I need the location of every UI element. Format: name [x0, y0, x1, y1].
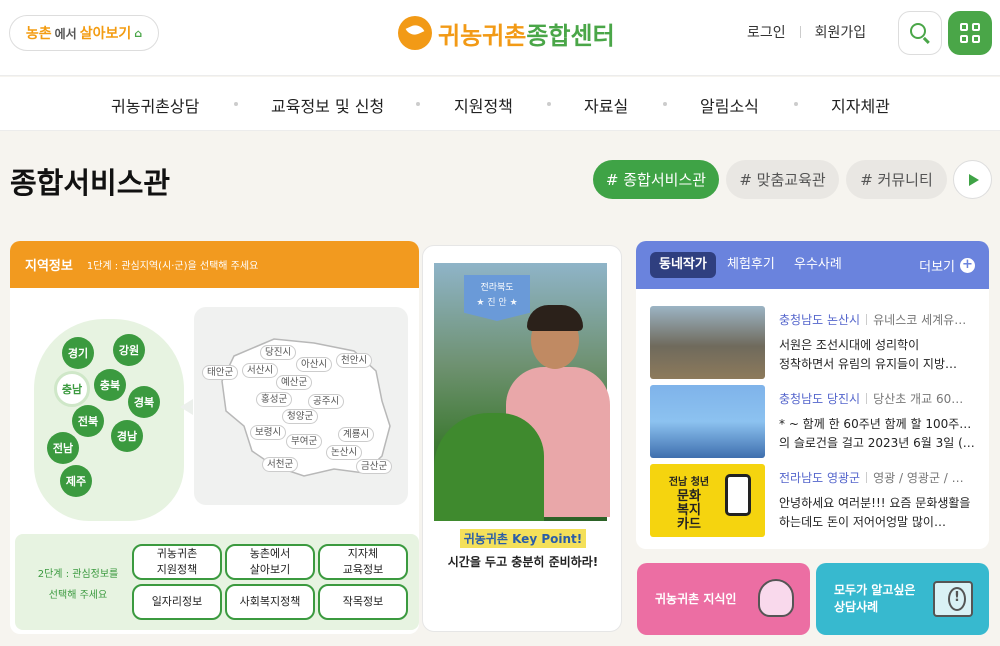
region-header: 지역정보 1단계 : 관심지역(시·군)을 선택해 주세요: [10, 241, 419, 288]
tab-community[interactable]: # 커뮤니티: [846, 160, 947, 199]
city-geumsan[interactable]: 금산군: [356, 459, 393, 474]
city-gongju[interactable]: 공주시: [308, 394, 345, 409]
city-seocheon[interactable]: 서천군: [262, 457, 299, 472]
city-seosan[interactable]: 서산시: [242, 363, 279, 378]
location-tag: 전라북도 ★ 진 안 ★: [464, 275, 530, 321]
city-cheongyang[interactable]: 청양군: [282, 409, 319, 424]
divider: [799, 26, 801, 38]
nav-separator: [547, 102, 551, 106]
news-thumbnail: [650, 306, 765, 379]
city-yesan[interactable]: 예산군: [276, 375, 313, 390]
nav-item-consult[interactable]: 귀농귀촌상담: [111, 93, 199, 117]
phone-icon: [725, 474, 751, 516]
knowledge-qa-button[interactable]: 귀농귀촌 지식인: [637, 563, 810, 635]
community-header: 동네작가 체험후기 우수사례 더보기 +: [636, 241, 989, 289]
rural-stay-button[interactable]: 농촌 에서 살아보기 ⌂: [9, 15, 159, 51]
site-logo[interactable]: 귀농귀촌 종합센터: [398, 13, 615, 53]
pointer-arrow: [180, 399, 193, 415]
tab-local-writer[interactable]: 동네작가: [650, 252, 716, 278]
lightbulb-icon: [758, 579, 794, 617]
site-header: 농촌 에서 살아보기 ⌂ 귀농귀촌 종합센터 로그인 회원가입: [0, 0, 1000, 76]
signup-link[interactable]: 회원가입: [815, 22, 867, 42]
list-item[interactable]: 전남 청년 문화 복지 카드 전라남도 영광군 영광 / 영광군 / … 안녕하세…: [650, 464, 980, 537]
city-dangjin[interactable]: 당진시: [260, 345, 297, 360]
news-thumbnail: 전남 청년 문화 복지 카드: [650, 464, 765, 537]
culture-card-text: 전남 청년 문화 복지 카드: [668, 477, 710, 532]
korea-map: [34, 319, 184, 521]
keypoint-caption: 귀농귀촌 Key Point! 시간을 두고 충분히 준비하라!: [423, 528, 621, 570]
header-links: 로그인 회원가입: [747, 22, 866, 42]
nav-separator: [663, 102, 667, 106]
city-nonsan[interactable]: 논산시: [326, 445, 363, 460]
province-jeonnam[interactable]: 전남: [47, 432, 79, 464]
all-menu-button[interactable]: [948, 11, 992, 55]
search-icon: [910, 23, 926, 39]
tab-experience-review[interactable]: 체험후기: [727, 252, 775, 278]
farmer-photo: 전라북도 ★ 진 안 ★: [434, 263, 610, 521]
page-title: 종합서비스관: [10, 166, 171, 200]
keypoint-subtitle: 시간을 두고 충분히 준비하라!: [447, 555, 599, 569]
list-item[interactable]: 충청남도 논산시 유네스코 세계유… 서원은 조선시대에 성리학이 정착하면서 유…: [650, 306, 980, 379]
city-cheonan[interactable]: 천안시: [336, 353, 373, 368]
province-chungnam[interactable]: 충남: [54, 371, 90, 407]
city-hongseong[interactable]: 홍성군: [256, 392, 293, 407]
province-gyeongnam[interactable]: 경남: [111, 420, 143, 452]
province-jeonbuk[interactable]: 전북: [72, 405, 104, 437]
consult-cases-button[interactable]: 모두가 알고싶은 상담사례: [816, 563, 989, 635]
city-boryeong[interactable]: 보령시: [250, 425, 287, 440]
folder-alert-icon: [933, 581, 973, 617]
step2-label: 2단계 : 관심정보를 선택해 주세요: [37, 569, 119, 601]
nav-item-news[interactable]: 알림소식: [700, 93, 759, 117]
play-button[interactable]: [953, 160, 992, 199]
nav-item-archive[interactable]: 자료실: [584, 93, 628, 117]
nav-item-education[interactable]: 교육정보 및 신청: [271, 93, 384, 117]
info-crops-button[interactable]: 작목정보: [318, 584, 408, 620]
nav-item-local-gov[interactable]: 지자체관: [831, 93, 890, 117]
list-item[interactable]: 충청남도 당진시 당산초 개교 60… * ~ 함께 한 60주년 함께 할 10…: [650, 385, 980, 458]
province-gyeongbuk[interactable]: 경북: [128, 386, 160, 418]
leaf-logo-icon: [398, 16, 432, 50]
grid-icon: [960, 23, 968, 31]
province-gyeonggi[interactable]: 경기: [62, 337, 94, 369]
tab-custom-education[interactable]: # 맞춤교육관: [726, 160, 839, 199]
info-type-panel: 2단계 : 관심정보를 선택해 주세요 귀농귀촌 지원정책 농촌에서 살아보기 지…: [15, 534, 419, 630]
province-jeju[interactable]: 제주: [60, 465, 92, 497]
nav-separator: [234, 102, 238, 106]
info-welfare-button[interactable]: 사회복지정책: [225, 584, 315, 620]
keypoint-card[interactable]: 전라북도 ★ 진 안 ★ 귀농귀촌 Key Point! 시간을 두고 충분히 …: [422, 245, 622, 632]
community-card: 동네작가 체험후기 우수사례 더보기 + 충청남도 논산시 유네스코 세계유… 서원…: [636, 241, 989, 549]
news-thumbnail: [650, 385, 765, 458]
info-rural-stay-button[interactable]: 농촌에서 살아보기: [225, 544, 315, 580]
city-gyeryong[interactable]: 계룡시: [338, 427, 375, 442]
region-info-card: 지역정보 1단계 : 관심지역(시·군)을 선택해 주세요 경기 강원 충남 충…: [10, 241, 419, 634]
plus-icon: +: [960, 258, 975, 273]
login-link[interactable]: 로그인: [747, 22, 786, 42]
tab-best-case[interactable]: 우수사례: [794, 252, 842, 278]
info-jobs-button[interactable]: 일자리정보: [132, 584, 222, 620]
search-button[interactable]: [898, 11, 942, 55]
house-icon: ⌂: [134, 26, 143, 40]
city-buyeo[interactable]: 부여군: [286, 434, 323, 449]
nav-separator: [794, 102, 798, 106]
city-taean[interactable]: 태안군: [202, 365, 239, 380]
city-asan[interactable]: 아산시: [296, 357, 333, 372]
province-gangwon[interactable]: 강원: [113, 334, 145, 366]
keypoint-title: 귀농귀촌 Key Point!: [459, 529, 587, 548]
info-local-education-button[interactable]: 지자체 교육정보: [318, 544, 408, 580]
info-support-policy-button[interactable]: 귀농귀촌 지원정책: [132, 544, 222, 580]
province-chungbuk[interactable]: 충북: [94, 369, 126, 401]
main-nav: 귀농귀촌상담 교육정보 및 신청 지원정책 자료실 알림소식 지자체관: [0, 77, 1000, 131]
nav-item-policy[interactable]: 지원정책: [454, 93, 513, 117]
nav-separator: [416, 102, 420, 106]
more-button[interactable]: 더보기 +: [919, 256, 975, 275]
tab-general-service[interactable]: # 종합서비스관: [593, 160, 719, 199]
